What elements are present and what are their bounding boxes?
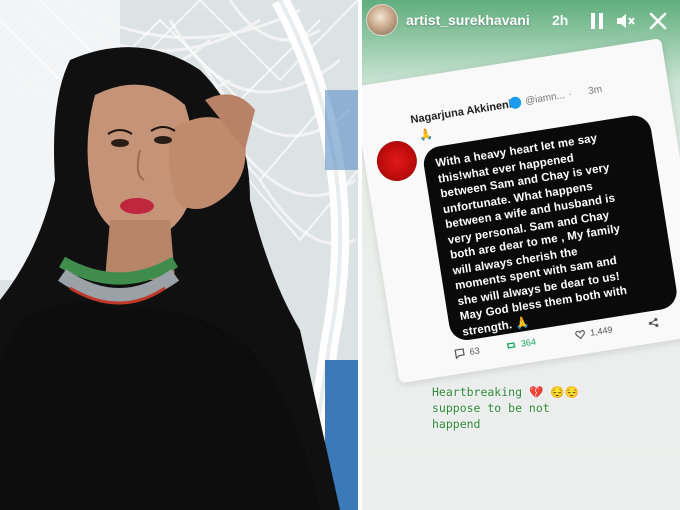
reply-button[interactable]: 63 bbox=[453, 344, 481, 360]
caption-line-3: happend bbox=[432, 417, 481, 431]
tweet-handle: @iamn... bbox=[524, 89, 566, 108]
share-icon bbox=[648, 317, 659, 327]
caption-line-1: Heartbreaking 💔 😔😔 bbox=[432, 384, 579, 400]
tweet-text-bubble: With a heavy heart let me say this!what … bbox=[421, 113, 680, 343]
story-header: artist_surekhavani 2h bbox=[362, 0, 680, 44]
retweet-icon bbox=[506, 342, 516, 349]
mute-icon[interactable] bbox=[614, 10, 636, 32]
caption-line-2: suppose to be not bbox=[432, 401, 550, 415]
separator-dot: · bbox=[567, 88, 573, 101]
tweet-avatar[interactable] bbox=[374, 138, 420, 184]
share-button[interactable] bbox=[647, 316, 661, 330]
tweet-author-name: Nagarjuna Akkineni bbox=[409, 98, 513, 127]
like-button[interactable]: 1,449 bbox=[573, 323, 613, 341]
heart-icon bbox=[575, 330, 585, 340]
avatar[interactable] bbox=[366, 4, 398, 36]
story-username[interactable]: artist_surekhavani bbox=[406, 12, 530, 28]
story-time: 2h bbox=[552, 12, 569, 28]
praying-hands-emoji: 🙏 bbox=[418, 128, 434, 143]
story-panel: artist_surekhavani 2h Nagarjuna Akkineni… bbox=[362, 0, 680, 510]
retweet-count: 364 bbox=[520, 336, 537, 349]
tweet-card: Nagarjuna Akkineni @iamn... · 3m 🙏 With … bbox=[362, 38, 680, 384]
story-caption: Heartbreaking 💔 😔😔 suppose to be not hap… bbox=[432, 384, 579, 432]
person-photo bbox=[0, 47, 340, 510]
tweet-text: With a heavy heart let me say this!what … bbox=[435, 124, 672, 341]
sad-face-emoji: 😔😔 bbox=[550, 385, 579, 399]
retweet-button[interactable]: 364 bbox=[504, 336, 537, 353]
broken-heart-emoji: 💔 bbox=[528, 385, 544, 399]
caption-text-heartbreaking: Heartbreaking bbox=[432, 385, 523, 399]
reply-icon bbox=[454, 348, 465, 360]
photo-panel bbox=[0, 0, 358, 510]
like-count: 1,449 bbox=[589, 324, 614, 338]
reply-count: 63 bbox=[468, 345, 481, 357]
pause-icon[interactable] bbox=[586, 10, 608, 32]
close-icon[interactable] bbox=[647, 10, 669, 32]
tweet-timestamp: 3m bbox=[587, 84, 603, 98]
